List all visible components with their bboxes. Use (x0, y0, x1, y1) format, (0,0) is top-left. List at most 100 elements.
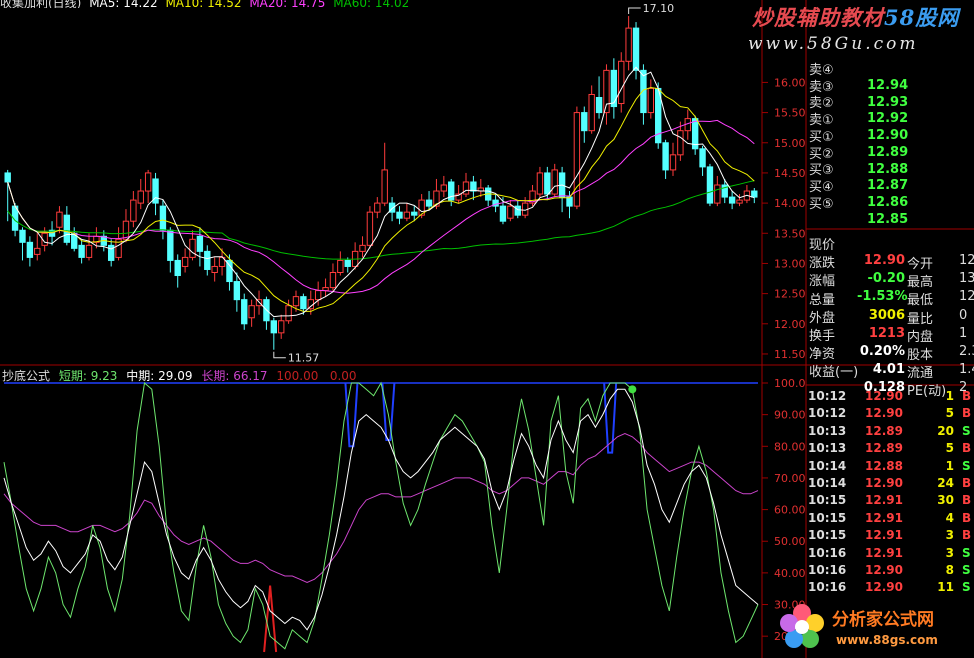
candle (329, 272, 337, 289)
candle (204, 250, 211, 270)
mid-label: 中期: (126, 369, 155, 383)
candle (270, 320, 278, 334)
long-value: 66.17 (233, 369, 268, 383)
tick-time: 10:13 (808, 441, 847, 456)
tick-volume: 5 (945, 406, 954, 421)
signal-dip (344, 382, 359, 448)
order-book-label: 买⑤ (809, 196, 834, 212)
tick-time: 10:14 (808, 458, 847, 473)
candle (551, 169, 558, 195)
candle (78, 244, 85, 258)
order-book-price: 12.90 (867, 128, 909, 144)
price-tick-label: 12.50 (774, 288, 806, 301)
tick-volume: 30 (937, 493, 954, 508)
candle (699, 148, 706, 168)
tick-time: 10:15 (808, 528, 847, 543)
candle (26, 241, 34, 258)
tick-side: B (962, 441, 972, 456)
quote-row: 收益(一) 0.128 PE(动) 2 (809, 361, 974, 399)
order-book-price: 12.86 (867, 194, 909, 210)
tick-price: 12.91 (865, 510, 903, 525)
candle (19, 229, 26, 243)
tick-side: B (962, 493, 972, 508)
candle (196, 235, 204, 252)
price-tick-label: 11.50 (774, 348, 806, 361)
tick-side: S (962, 423, 971, 438)
candle (610, 69, 618, 108)
low-marker (273, 351, 286, 359)
candle (374, 202, 381, 213)
mid-term-line (3, 388, 759, 631)
candle (130, 199, 137, 222)
candle (714, 184, 721, 204)
ma60-label: MA60: 14.02 (333, 0, 410, 8)
candle (34, 247, 41, 255)
order-book-price: 12.94 (867, 78, 909, 93)
tick-price: 12.90 (865, 476, 903, 490)
watermark-url: www.58Gu.com (748, 34, 919, 54)
tick-price: 12.91 (865, 545, 903, 560)
candle (56, 211, 63, 228)
candle (85, 244, 93, 258)
indicator-tick-label: 80.00 (774, 440, 806, 453)
tick-side: B (962, 510, 972, 525)
candle (359, 244, 366, 252)
tick-time: 10:14 (808, 476, 847, 490)
candle (233, 281, 241, 301)
candle (618, 60, 625, 105)
candle (595, 97, 603, 114)
tick-volume: 8 (945, 563, 954, 577)
candle (137, 190, 144, 204)
candle (728, 196, 736, 204)
candle (566, 196, 573, 207)
low-marker-label: 11.57 (288, 352, 320, 365)
buy-signal-dot (628, 385, 637, 394)
flower-logo-icon (780, 604, 824, 648)
candle (499, 205, 507, 222)
candle (248, 305, 255, 319)
main-chart-header: 收集加利(日线) MA5: 14.22 MA10: 14.52 MA20: 14… (0, 0, 413, 8)
quote-label: 现价 (809, 238, 836, 253)
tick-side: S (962, 545, 971, 560)
indicator-name: 抄底公式 (2, 369, 51, 383)
short-term-line (3, 381, 759, 650)
candle (514, 205, 521, 216)
candle (706, 166, 714, 204)
candle (507, 205, 514, 219)
candle (63, 214, 71, 243)
candle (344, 259, 351, 267)
candle (300, 296, 307, 310)
tick-side: S (962, 580, 971, 595)
candle (581, 112, 588, 132)
price-tick-label: 16.00 (774, 76, 806, 89)
indicator-tick-label: 90.00 (774, 409, 806, 422)
high-marker (628, 7, 641, 15)
tick-time: 10:16 (808, 545, 847, 560)
candle (625, 27, 632, 62)
candle (167, 229, 174, 261)
candle (603, 69, 610, 114)
long-label: 长期: (201, 369, 230, 383)
candle (189, 238, 196, 258)
tick-time: 10:13 (808, 423, 847, 438)
tick-side: S (962, 458, 971, 473)
candle (278, 320, 285, 334)
tick-price: 12.90 (865, 389, 903, 403)
order-book-price: 12.85 (867, 211, 909, 227)
indicator-header: 抄底公式 短期: 9.23 中期: 29.09 长期: 66.17 100.00… (2, 367, 362, 384)
price-tick-label: 13.00 (774, 257, 806, 270)
quote-label: 净资 (809, 347, 836, 363)
ma5-label: MA5: 14.22 (89, 0, 158, 8)
tick-time: 10:15 (808, 493, 847, 508)
quote-row: 涨跌 -0.20 最高 13 (809, 252, 974, 290)
order-book-price: 12.93 (867, 94, 909, 110)
signal-dip (381, 382, 396, 441)
tick-price: 12.88 (865, 458, 903, 473)
order-book-price: 12.87 (867, 178, 909, 194)
quote-label: 涨跌 (809, 256, 836, 272)
candle (662, 142, 669, 171)
candle (647, 87, 655, 114)
candle (403, 211, 411, 219)
tick-price: 12.90 (865, 580, 903, 595)
candle (314, 290, 322, 301)
